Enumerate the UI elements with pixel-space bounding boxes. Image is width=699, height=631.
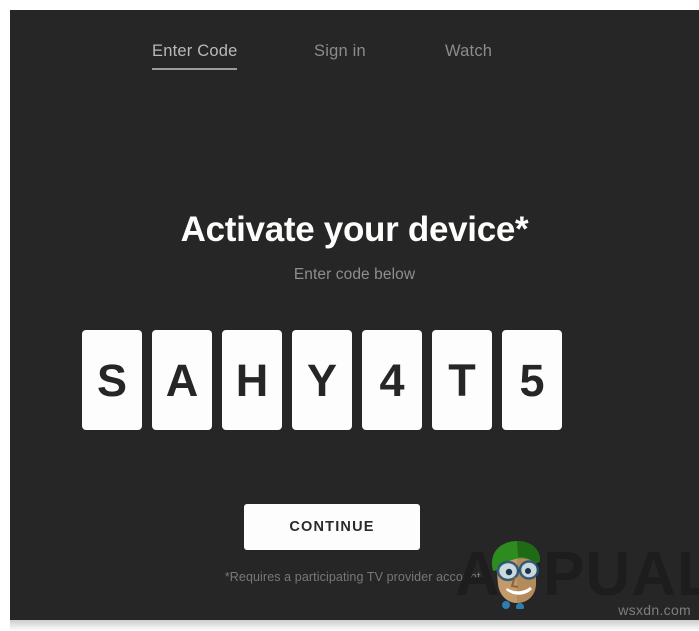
- code-char-box[interactable]: Y: [292, 330, 352, 430]
- tab-enter-code[interactable]: Enter Code: [152, 42, 238, 70]
- tab-watch[interactable]: Watch: [445, 42, 492, 70]
- code-char-box[interactable]: S: [82, 330, 142, 430]
- page-title: Activate your device*: [180, 210, 529, 250]
- code-char-box[interactable]: 4: [362, 330, 422, 430]
- site-watermark: wsxdn.com: [618, 602, 691, 618]
- activation-panel: Enter Code Sign in Watch Activate your d…: [10, 10, 699, 620]
- tab-sign-in-label: Sign in: [314, 42, 366, 60]
- code-char-box[interactable]: T: [432, 330, 492, 430]
- screenshot-stage: Enter Code Sign in Watch Activate your d…: [0, 0, 699, 631]
- tab-sign-in[interactable]: Sign in: [314, 42, 366, 70]
- code-char-box[interactable]: A: [152, 330, 212, 430]
- code-char-box[interactable]: 5: [502, 330, 562, 430]
- tab-watch-label: Watch: [445, 42, 493, 60]
- footnote-text: *Requires a participating TV provider ac…: [224, 570, 485, 584]
- activation-code-input[interactable]: S A H Y 4 T 5: [82, 330, 632, 430]
- panel-shadow: [10, 620, 699, 631]
- code-char-box[interactable]: H: [222, 330, 282, 430]
- top-navigation: Enter Code Sign in Watch: [10, 42, 699, 76]
- page-subtitle: Enter code below: [293, 266, 416, 283]
- tab-enter-code-label: Enter Code: [152, 42, 238, 70]
- continue-button[interactable]: CONTINUE: [244, 504, 420, 550]
